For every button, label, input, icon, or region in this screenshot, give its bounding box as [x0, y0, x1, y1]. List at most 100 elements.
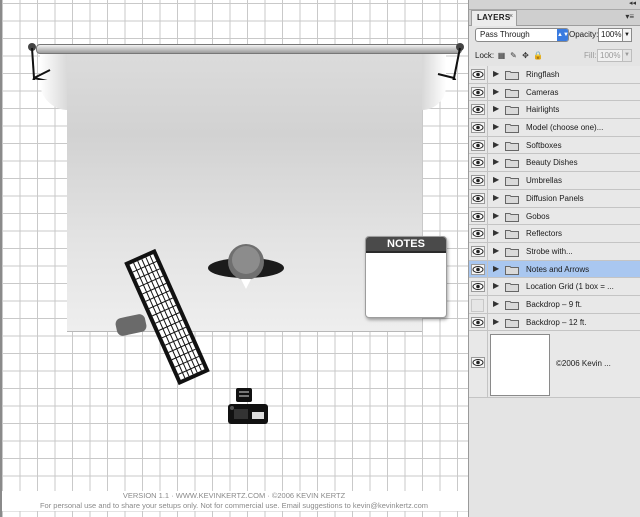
layer-row[interactable]: ▶ Gobos	[469, 207, 640, 226]
document-canvas[interactable]: NOTES VERSION 1.1 · WWW.KEVINKERTZ.COM ·…	[0, 0, 468, 517]
layer-row[interactable]: ▶ Backdrop – 9 ft.	[469, 295, 640, 314]
lock-label: Lock:	[475, 51, 495, 60]
folder-icon	[505, 229, 519, 240]
layer-name: Notes and Arrows	[526, 264, 590, 274]
layer-row[interactable]: ▶ Umbrellas	[469, 172, 640, 190]
column-divider	[487, 189, 488, 207]
layer-name: Strobe with...	[526, 246, 573, 256]
layer-row[interactable]: ▶ Softboxes	[469, 136, 640, 155]
lock-transparency-icon[interactable]: ▦	[497, 51, 506, 60]
expand-triangle-icon[interactable]: ▶	[493, 122, 499, 131]
expand-triangle-icon[interactable]: ▶	[493, 246, 499, 255]
visibility-eye-icon[interactable]	[471, 122, 485, 134]
expand-triangle-icon[interactable]: ▶	[493, 281, 499, 290]
strip-softbox-icon[interactable]	[112, 248, 222, 386]
fill-field: 100%	[597, 49, 623, 62]
visibility-eye-icon[interactable]	[471, 86, 485, 98]
visibility-eye-icon[interactable]	[471, 316, 485, 328]
panel-menu-icon[interactable]: ▾≡	[625, 12, 634, 21]
folder-icon	[505, 212, 519, 222]
blend-mode-arrow-icon: ▲▼	[557, 29, 569, 41]
column-divider	[487, 66, 488, 83]
expand-triangle-icon[interactable]: ▶	[493, 87, 499, 96]
notes-card[interactable]: NOTES	[365, 236, 447, 318]
lock-all-icon[interactable]: 🔒	[533, 51, 543, 60]
layer-row[interactable]: ▶ Location Grid (1 box = ...	[469, 278, 640, 296]
visibility-eye-icon[interactable]	[471, 281, 485, 293]
column-divider	[487, 172, 488, 189]
opacity-field[interactable]: 100%	[598, 28, 624, 42]
expand-triangle-icon[interactable]: ▶	[493, 264, 499, 273]
layer-row[interactable]: ▶ Ringflash	[469, 66, 640, 84]
expand-triangle-icon[interactable]: ▶	[493, 299, 499, 308]
visibility-eye-icon[interactable]	[471, 228, 485, 240]
expand-triangle-icon[interactable]: ▶	[493, 211, 499, 220]
visibility-eye-icon[interactable]	[471, 263, 485, 275]
folder-icon	[505, 282, 519, 293]
visibility-eye-icon[interactable]	[471, 192, 485, 204]
layer-name: Location Grid (1 box = ...	[526, 282, 614, 292]
right-light-stand-icon	[437, 43, 464, 80]
notes-title: NOTES	[366, 237, 446, 253]
layer-row[interactable]: ▶ Backdrop – 12 ft.	[469, 313, 640, 332]
expand-triangle-icon[interactable]: ▶	[493, 157, 499, 166]
visibility-eye-icon[interactable]	[471, 175, 485, 187]
opacity-value: 100%	[601, 30, 622, 39]
layer-row[interactable]: ▶ Reflectors	[469, 225, 640, 243]
credits-line-version: VERSION 1.1 · WWW.KEVINKERTZ.COM · ©2006…	[122, 491, 346, 500]
layer-row[interactable]: ▶ Cameras	[469, 83, 640, 102]
image-layer-row[interactable]: ©2006 Kevin ...	[469, 331, 640, 399]
visibility-eye-icon[interactable]	[471, 245, 485, 257]
opacity-label: Opacity:	[569, 30, 599, 39]
close-tab-icon[interactable]: ×	[509, 13, 513, 20]
fill-label: Fill:	[584, 51, 597, 60]
visibility-eye-icon[interactable]	[471, 69, 485, 80]
expand-triangle-icon[interactable]: ▶	[493, 317, 499, 326]
layer-row[interactable]: ▶ Diffusion Panels	[469, 189, 640, 208]
visibility-eye-icon[interactable]	[471, 104, 485, 116]
expand-triangle-icon[interactable]: ▶	[493, 193, 499, 202]
folder-icon	[505, 123, 519, 134]
folder-icon	[505, 265, 519, 275]
column-divider	[487, 207, 488, 225]
blend-mode-select[interactable]: Pass Through ▲▼	[475, 28, 569, 42]
expand-triangle-icon[interactable]: ▶	[493, 228, 499, 237]
visibility-toggle-empty[interactable]	[471, 298, 484, 312]
visibility-eye-icon[interactable]	[471, 210, 485, 222]
layer-row[interactable]: ▶ Strobe with...	[469, 242, 640, 261]
column-divider	[487, 295, 488, 313]
camera-top-view-icon[interactable]	[226, 386, 270, 426]
collapse-panel-icon[interactable]: ◂◂	[629, 0, 636, 7]
visibility-eye-icon[interactable]	[471, 139, 485, 151]
column-divider	[487, 136, 488, 154]
opacity-dropdown-icon[interactable]: ▼	[622, 28, 632, 42]
layer-row[interactable]: ▶ Model (choose one)...	[469, 119, 640, 137]
folder-icon	[505, 300, 519, 310]
column-divider	[487, 242, 488, 260]
column-divider	[487, 331, 488, 398]
layers-list: ▶ Ringflash ▶ Cameras ▶ Hairlights ▶ Model (cho…	[469, 66, 640, 399]
blend-mode-value: Pass Through	[480, 30, 530, 39]
layer-name: Diffusion Panels	[526, 193, 584, 203]
layer-row[interactable]: ▶ Hairlights	[469, 101, 640, 120]
layer-row[interactable]: ▶ Notes and Arrows	[469, 260, 640, 279]
expand-triangle-icon[interactable]: ▶	[493, 69, 499, 78]
layer-name: Umbrellas	[526, 176, 563, 186]
column-divider	[487, 278, 488, 295]
expand-triangle-icon[interactable]: ▶	[493, 175, 499, 184]
lock-image-icon[interactable]: ✎	[509, 51, 518, 60]
folder-icon	[505, 176, 519, 187]
expand-triangle-icon[interactable]: ▶	[493, 104, 499, 113]
lock-position-icon[interactable]: ✥	[521, 51, 530, 60]
expand-triangle-icon[interactable]: ▶	[493, 140, 499, 149]
visibility-eye-icon[interactable]	[471, 157, 485, 169]
folder-icon	[505, 88, 519, 98]
backdrop-crossbar	[36, 44, 462, 54]
visibility-eye-icon[interactable]	[471, 357, 485, 369]
column-divider	[487, 313, 488, 331]
fill-value: 100%	[600, 51, 621, 60]
image-layer-name: ©2006 Kevin ...	[556, 359, 611, 369]
layer-row[interactable]: ▶ Beauty Dishes	[469, 154, 640, 173]
layer-name: Hairlights	[526, 105, 560, 115]
layer-name: Reflectors	[526, 229, 563, 239]
